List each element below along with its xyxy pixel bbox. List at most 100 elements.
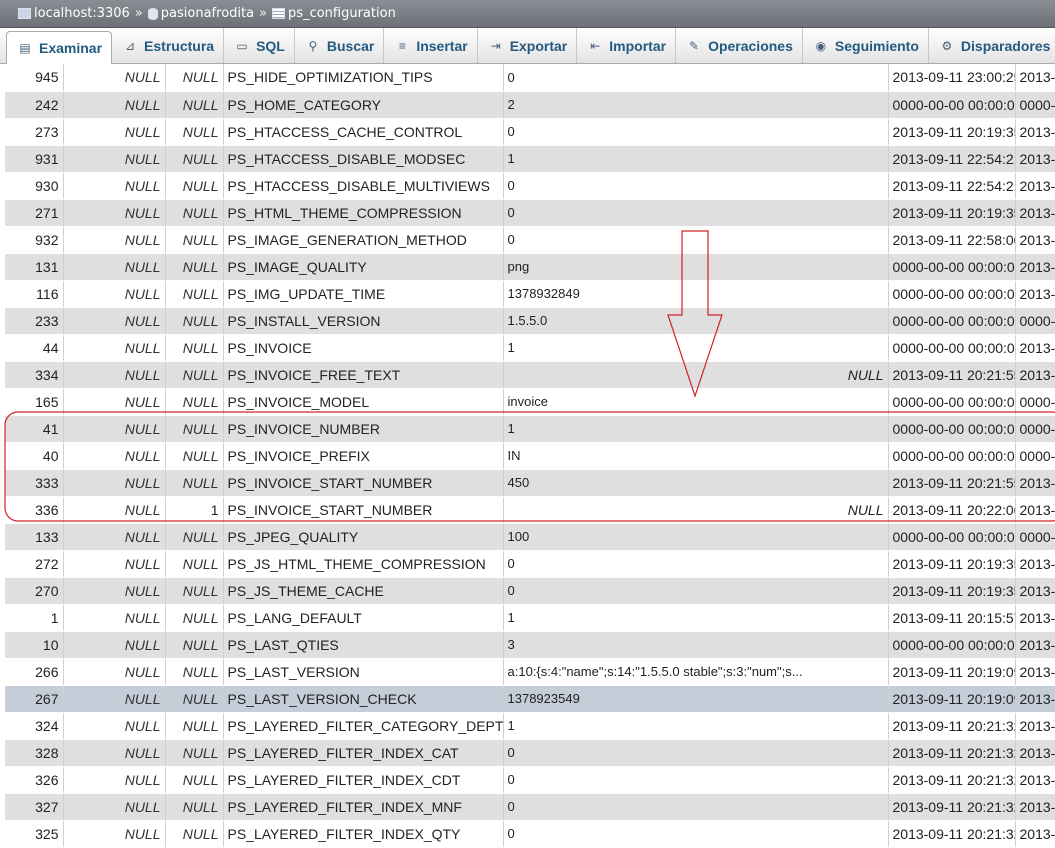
table-row[interactable]: 327 NULL NULL PS_LAYERED_FILTER_INDEX_MNF 0 2… [5, 793, 1055, 821]
cell-id[interactable]: 930 [5, 172, 64, 200]
cell-date-add[interactable]: 0000-00-00 00:00:00 [888, 415, 1016, 443]
table-row[interactable]: 334 NULL NULL PS_INVOICE_FREE_TEXT NULL 2013-… [5, 361, 1055, 389]
cell-nullable-1[interactable]: NULL [63, 253, 166, 281]
cell-id[interactable]: 333 [5, 469, 64, 497]
cell-date-add[interactable]: 0000-00-00 00:00:00 [888, 631, 1016, 659]
cell-value[interactable]: 3 [503, 631, 889, 659]
cell-nullable-1[interactable]: NULL [63, 793, 166, 821]
cell-nullable-2[interactable]: NULL [165, 199, 224, 227]
cell-id[interactable]: 272 [5, 550, 64, 578]
cell-id[interactable]: 271 [5, 199, 64, 227]
cell-id[interactable]: 931 [5, 145, 64, 173]
cell-value[interactable]: invoice [503, 388, 889, 416]
table-row[interactable]: 270 NULL NULL PS_JS_THEME_CACHE 0 2013-09-11 … [5, 577, 1055, 605]
cell-value[interactable]: 1 [503, 145, 889, 173]
cell-nullable-2[interactable]: NULL [165, 604, 224, 632]
cell-value[interactable]: 0 [503, 739, 889, 767]
cell-name[interactable]: PS_LAYERED_FILTER_INDEX_MNF [223, 793, 504, 821]
table-row[interactable]: 233 NULL NULL PS_INSTALL_VERSION 1.5.5.0 0000… [5, 307, 1055, 335]
cell-value[interactable]: NULL [503, 361, 889, 389]
cell-date-add[interactable]: 2013-09-11 20:21:32 [888, 766, 1016, 794]
cell-id[interactable]: 44 [5, 334, 64, 362]
cell-id[interactable]: 267 [5, 685, 64, 713]
cell-date-upd[interactable]: 2013-0 [1015, 199, 1055, 227]
cell-nullable-1[interactable]: NULL [63, 577, 166, 605]
cell-nullable-1[interactable]: NULL [63, 145, 166, 173]
tab-seguimiento[interactable]: ◉ Seguimiento [803, 28, 929, 63]
cell-nullable-2[interactable]: NULL [165, 118, 224, 146]
breadcrumb-database-label[interactable]: pasionafrodita [161, 6, 254, 21]
cell-date-upd[interactable]: 2013-0 [1015, 172, 1055, 200]
cell-date-upd[interactable]: 2013-0 [1015, 253, 1055, 281]
cell-name[interactable]: PS_LAST_VERSION_CHECK [223, 685, 504, 713]
cell-nullable-2[interactable]: NULL [165, 550, 224, 578]
cell-id[interactable]: 40 [5, 442, 64, 470]
table-row[interactable]: 333 NULL NULL PS_INVOICE_START_NUMBER 450 201… [5, 469, 1055, 497]
cell-date-upd[interactable]: 0000-0 [1015, 415, 1055, 443]
cell-nullable-1[interactable]: NULL [63, 604, 166, 632]
cell-name[interactable]: PS_IMG_UPDATE_TIME [223, 280, 504, 308]
cell-nullable-2[interactable]: NULL [165, 415, 224, 443]
cell-value[interactable]: 0 [503, 64, 889, 92]
table-row[interactable]: 10 NULL NULL PS_LAST_QTIES 3 0000-00-00 00:00… [5, 631, 1055, 659]
cell-name[interactable]: PS_JS_THEME_CACHE [223, 577, 504, 605]
cell-value[interactable]: 1 [503, 712, 889, 740]
cell-nullable-1[interactable]: NULL [63, 361, 166, 389]
cell-date-upd[interactable]: 2013-0 [1015, 145, 1055, 173]
cell-date-add[interactable]: 2013-09-11 20:19:09 [888, 658, 1016, 686]
cell-value[interactable]: 1 [503, 604, 889, 632]
cell-nullable-1[interactable]: NULL [63, 820, 166, 848]
cell-id[interactable]: 131 [5, 253, 64, 281]
cell-nullable-2[interactable]: NULL [165, 766, 224, 794]
cell-nullable-1[interactable]: NULL [63, 496, 166, 524]
tab-sql[interactable]: ▭ SQL [224, 28, 295, 63]
cell-name[interactable]: PS_IMAGE_GENERATION_METHOD [223, 226, 504, 254]
breadcrumb-table-label[interactable]: ps_configuration [288, 6, 396, 21]
cell-id[interactable]: 242 [5, 91, 64, 119]
tab-exportar[interactable]: ⇥ Exportar [478, 28, 578, 63]
cell-value[interactable]: 0 [503, 199, 889, 227]
cell-nullable-1[interactable]: NULL [63, 739, 166, 767]
cell-name[interactable]: PS_LAYERED_FILTER_INDEX_QTY [223, 820, 504, 848]
cell-nullable-1[interactable]: NULL [63, 766, 166, 794]
cell-id[interactable]: 336 [5, 496, 64, 524]
cell-date-upd[interactable]: 2013-0 [1015, 118, 1055, 146]
cell-date-add[interactable]: 2013-09-11 20:21:55 [888, 361, 1016, 389]
cell-date-upd[interactable]: 2013-0 [1015, 739, 1055, 767]
cell-date-add[interactable]: 0000-00-00 00:00:00 [888, 253, 1016, 281]
tab-importar[interactable]: ⇤ Importar [577, 28, 677, 63]
cell-name[interactable]: PS_LAST_VERSION [223, 658, 504, 686]
cell-date-upd[interactable]: 2013-0 [1015, 766, 1055, 794]
cell-nullable-2[interactable]: 1 [165, 496, 224, 524]
cell-date-add[interactable]: 2013-09-11 20:21:32 [888, 793, 1016, 821]
table-row[interactable]: 932 NULL NULL PS_IMAGE_GENERATION_METHOD 0 20… [5, 226, 1055, 254]
table-row[interactable]: 44 NULL NULL PS_INVOICE 1 0000-00-00 00:00:00… [5, 334, 1055, 362]
cell-value[interactable]: 100 [503, 523, 889, 551]
cell-id[interactable]: 270 [5, 577, 64, 605]
table-row[interactable]: 326 NULL NULL PS_LAYERED_FILTER_INDEX_CDT 0 2… [5, 766, 1055, 794]
cell-nullable-1[interactable]: NULL [63, 64, 166, 92]
cell-name[interactable]: PS_INVOICE_START_NUMBER [223, 469, 504, 497]
cell-date-add[interactable]: 2013-09-11 22:58:00 [888, 226, 1016, 254]
cell-nullable-1[interactable]: NULL [63, 280, 166, 308]
tab-buscar[interactable]: ⚲ Buscar [295, 28, 385, 63]
cell-value[interactable]: 0 [503, 820, 889, 848]
cell-nullable-2[interactable]: NULL [165, 658, 224, 686]
table-row[interactable]: 133 NULL NULL PS_JPEG_QUALITY 100 0000-00-00 … [5, 523, 1055, 551]
table-row[interactable]: 242 NULL NULL PS_HOME_CATEGORY 2 0000-00-00 0… [5, 91, 1055, 119]
cell-date-upd[interactable]: 2013-0 [1015, 469, 1055, 497]
cell-nullable-1[interactable]: NULL [63, 550, 166, 578]
cell-date-add[interactable]: 2013-09-11 20:21:55 [888, 469, 1016, 497]
cell-nullable-1[interactable]: NULL [63, 523, 166, 551]
cell-nullable-1[interactable]: NULL [63, 685, 166, 713]
cell-id[interactable]: 266 [5, 658, 64, 686]
cell-nullable-2[interactable]: NULL [165, 577, 224, 605]
cell-id[interactable]: 326 [5, 766, 64, 794]
cell-date-add[interactable]: 2013-09-11 20:19:35 [888, 550, 1016, 578]
cell-date-add[interactable]: 2013-09-11 20:21:32 [888, 820, 1016, 848]
cell-nullable-1[interactable]: NULL [63, 307, 166, 335]
cell-date-add[interactable]: 2013-09-11 23:00:25 [888, 64, 1016, 92]
cell-date-upd[interactable]: 2013-0 [1015, 712, 1055, 740]
cell-date-upd[interactable]: 2013-0 [1015, 550, 1055, 578]
cell-nullable-1[interactable]: NULL [63, 388, 166, 416]
